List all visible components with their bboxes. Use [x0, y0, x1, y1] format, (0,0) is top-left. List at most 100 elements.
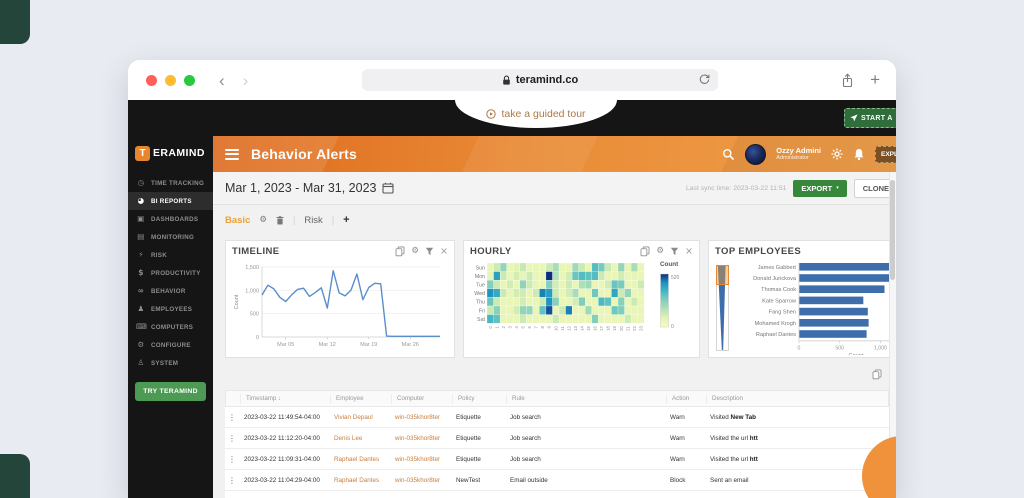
top-employees-chart: James GabbertDonald JurickovaThomas Cook… [737, 257, 896, 355]
table-row[interactable]: ⋮2023-03-22 11:09:31-04:00Raphael Dantes… [225, 449, 889, 470]
tab-delete-trash-icon[interactable] [276, 216, 284, 225]
teramind-logo[interactable]: T ERAMIND [128, 136, 213, 162]
table-row[interactable]: ⋮2023-03-22 11:04:29-04:00Raphael Dantes… [225, 491, 889, 498]
gear-icon[interactable] [831, 148, 843, 160]
copy-icon[interactable] [395, 246, 405, 257]
take-guided-tour-button[interactable]: take a guided tour [455, 100, 617, 128]
tab-basic[interactable]: Basic [225, 215, 250, 226]
cell-rule: Job search [505, 435, 665, 442]
start-button-label: START A [861, 115, 893, 122]
table-header-policy[interactable]: Policy [452, 394, 506, 404]
sidebar-item-computers[interactable]: ⌨COMPUTERS [128, 318, 213, 336]
table-header-computer[interactable]: Computer [391, 394, 452, 404]
row-kebab-menu-icon[interactable]: ⋮ [225, 476, 239, 485]
svg-text:17: 17 [599, 326, 604, 331]
start-assessment-button[interactable]: START A [844, 108, 896, 128]
sidebar-item-label: PRODUCTIVITY [151, 270, 201, 277]
avatar[interactable] [745, 144, 766, 165]
bell-icon[interactable] [853, 148, 865, 161]
chart-range-slider[interactable] [716, 265, 729, 351]
table-row[interactable]: ⋮2023-03-22 11:12:20-04:00Denis Leewin-0… [225, 428, 889, 449]
refresh-button[interactable] [698, 73, 711, 86]
sidebar-item-system[interactable]: ♙SYSTEM [128, 354, 213, 372]
cell-computer-link[interactable]: win-035khor8ter [390, 477, 451, 484]
table-header-timestamp[interactable]: Timestamp ↓ [240, 394, 330, 404]
cell-computer-link[interactable]: win-035khor8ter [390, 414, 451, 421]
sidebar-item-employees[interactable]: ♟EMPLOYEES [128, 300, 213, 318]
sidebar-item-time-tracking[interactable]: ◷TIME TRACKING [128, 174, 213, 192]
cell-computer-link[interactable]: win-035khor8ter [390, 456, 451, 463]
cell-employee-link[interactable]: Denis Lee [329, 435, 390, 442]
copy-icon[interactable] [872, 369, 882, 380]
table-copy-icon[interactable] [872, 369, 882, 380]
funnel-icon[interactable] [670, 247, 679, 256]
new-tab-button[interactable]: + [870, 70, 880, 90]
user-info[interactable]: Ozzy Admini Administrator [776, 147, 821, 162]
copy-icon[interactable] [640, 246, 650, 257]
row-kebab-menu-icon[interactable]: ⋮ [225, 434, 239, 443]
sidebar-item-productivity[interactable]: $ PRODUCTIVITY [128, 264, 213, 282]
tab-risk[interactable]: Risk [304, 215, 322, 226]
cell-employee-link[interactable]: Raphael Dantes [329, 456, 390, 463]
caret-down-icon: ▾ [836, 185, 839, 191]
tour-label: take a guided tour [501, 108, 585, 120]
gear-icon[interactable]: ⚙ [411, 247, 419, 256]
table-header-action[interactable]: Action [666, 394, 706, 404]
slider-selection-handle[interactable] [716, 265, 729, 285]
hamburger-menu-icon[interactable] [225, 149, 239, 160]
sidebar-item-behavior[interactable]: ∞BEHAVIOR [128, 282, 213, 300]
address-bar[interactable]: teramind.co [362, 69, 718, 91]
table-header-row: Timestamp ↓EmployeeComputerPolicyRuleAct… [225, 390, 889, 407]
row-kebab-menu-icon[interactable]: ⋮ [225, 455, 239, 464]
svg-text:Raphael Dantes: Raphael Dantes [756, 332, 796, 338]
table-header-rule[interactable]: Rule [506, 394, 666, 404]
paper-plane-icon [850, 114, 858, 122]
svg-text:21: 21 [625, 326, 630, 331]
person-icon: ♙ [136, 359, 146, 367]
svg-text:19: 19 [612, 326, 617, 331]
tab-settings-gear-icon[interactable]: ⚙ [259, 216, 267, 225]
share-icon[interactable] [841, 73, 854, 88]
sidebar-item-bi-reports[interactable]: ◕BI REPORTS [128, 192, 213, 210]
cell-computer-link[interactable]: win-035khor8ter [390, 435, 451, 442]
svg-text:5: 5 [521, 326, 526, 329]
sidebar-item-configure[interactable]: ⚙CONFIGURE [128, 336, 213, 354]
row-kebab-menu-icon[interactable]: ⋮ [225, 413, 239, 422]
svg-text:Sun: Sun [476, 265, 485, 271]
back-button[interactable]: ‹ [219, 72, 225, 89]
export-button[interactable]: EXPORT ▾ [793, 180, 846, 197]
cell-rule: Job search [505, 456, 665, 463]
svg-text:4: 4 [514, 326, 519, 329]
add-tab-button[interactable]: + [343, 214, 349, 226]
funnel-icon[interactable] [425, 247, 434, 256]
scrollbar-thumb[interactable] [890, 180, 895, 280]
gear-icon: ⚙ [136, 341, 146, 349]
sidebar-item-risk[interactable]: ⚡RISK [128, 246, 213, 264]
sidebar-item-monitoring[interactable]: ▤MONITORING [128, 228, 213, 246]
gear-icon[interactable]: ⚙ [656, 247, 664, 256]
table-header-employee[interactable]: Employee [330, 394, 391, 404]
table-row[interactable]: ⋮2023-03-22 11:49:54-04:00Vivian Depaulw… [225, 407, 889, 428]
table-header-description[interactable]: Description [706, 394, 888, 404]
date-range-picker[interactable]: Mar 1, 2023 - Mar 31, 2023 [225, 181, 394, 195]
search-icon[interactable] [722, 148, 735, 161]
forward-button[interactable]: › [243, 72, 249, 89]
close-icon[interactable]: × [440, 247, 448, 257]
sort-descending-icon[interactable]: ↓ [278, 396, 281, 402]
dollar-icon: $ [136, 269, 146, 277]
page-background: ‹ › teramind.co [0, 0, 1024, 498]
svg-text:Count: Count [849, 353, 864, 355]
sidebar-item-dashboards[interactable]: ▣DASHBOARDS [128, 210, 213, 228]
cell-employee-link[interactable]: Raphael Dantes [329, 477, 390, 484]
close-icon[interactable]: × [685, 247, 693, 257]
table-row[interactable]: ⋮2023-03-22 11:04:29-04:00Raphael Dantes… [225, 470, 889, 491]
minimize-window-button[interactable] [165, 75, 176, 86]
cell-employee-link[interactable]: Vivian Depaul [329, 414, 390, 421]
explore-button[interactable]: EXPL [875, 146, 896, 163]
zoom-window-button[interactable] [184, 75, 195, 86]
close-window-button[interactable] [146, 75, 157, 86]
try-teramind-button[interactable]: TRY TERAMIND [135, 382, 206, 401]
export-label: EXPORT [801, 184, 832, 193]
date-range-text: Mar 1, 2023 - Mar 31, 2023 [225, 181, 376, 195]
svg-text:0: 0 [798, 345, 801, 351]
